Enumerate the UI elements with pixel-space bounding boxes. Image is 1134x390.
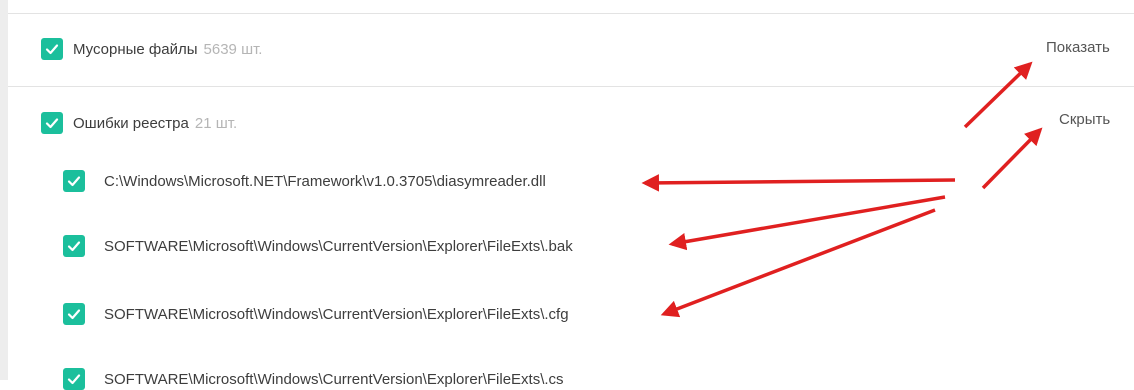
item-checkbox[interactable] xyxy=(63,303,85,325)
arrow-icon xyxy=(668,195,946,251)
check-icon xyxy=(45,118,59,129)
item-checkbox[interactable] xyxy=(63,235,85,257)
category-label: Мусорные файлы xyxy=(73,41,198,58)
item-path: SOFTWARE\Microsoft\Windows\CurrentVersio… xyxy=(104,371,564,388)
junk-files-checkbox[interactable] xyxy=(41,38,63,60)
category-count: 5639 шт. xyxy=(203,41,263,58)
check-icon xyxy=(67,374,81,385)
item-path: SOFTWARE\Microsoft\Windows\CurrentVersio… xyxy=(104,306,569,323)
item-checkbox[interactable] xyxy=(63,368,85,390)
check-icon xyxy=(67,176,81,187)
category-label: Ошибки реестра xyxy=(73,115,189,132)
left-rail xyxy=(0,0,8,380)
arrow-icon xyxy=(641,174,956,192)
check-icon xyxy=(67,309,81,320)
item-path: C:\Windows\Microsoft.NET\Framework\v1.0.… xyxy=(104,173,546,190)
arrow-icon xyxy=(981,127,1043,190)
item-checkbox[interactable] xyxy=(63,170,85,192)
category-count: 21 шт. xyxy=(194,115,238,132)
check-icon xyxy=(45,44,59,55)
arrow-icon xyxy=(963,61,1033,129)
registry-errors-label: Ошибки реестра 21 шт. xyxy=(73,114,237,134)
arrow-icon xyxy=(660,208,936,318)
show-button[interactable]: Показать xyxy=(1046,38,1110,58)
hide-button[interactable]: Скрыть xyxy=(1059,110,1110,130)
check-icon xyxy=(67,241,81,252)
junk-files-label: Мусорные файлы 5639 шт. xyxy=(73,40,262,60)
registry-errors-checkbox[interactable] xyxy=(41,112,63,134)
section-divider xyxy=(8,86,1134,87)
item-path: SOFTWARE\Microsoft\Windows\CurrentVersio… xyxy=(104,238,573,255)
top-divider xyxy=(8,13,1134,14)
